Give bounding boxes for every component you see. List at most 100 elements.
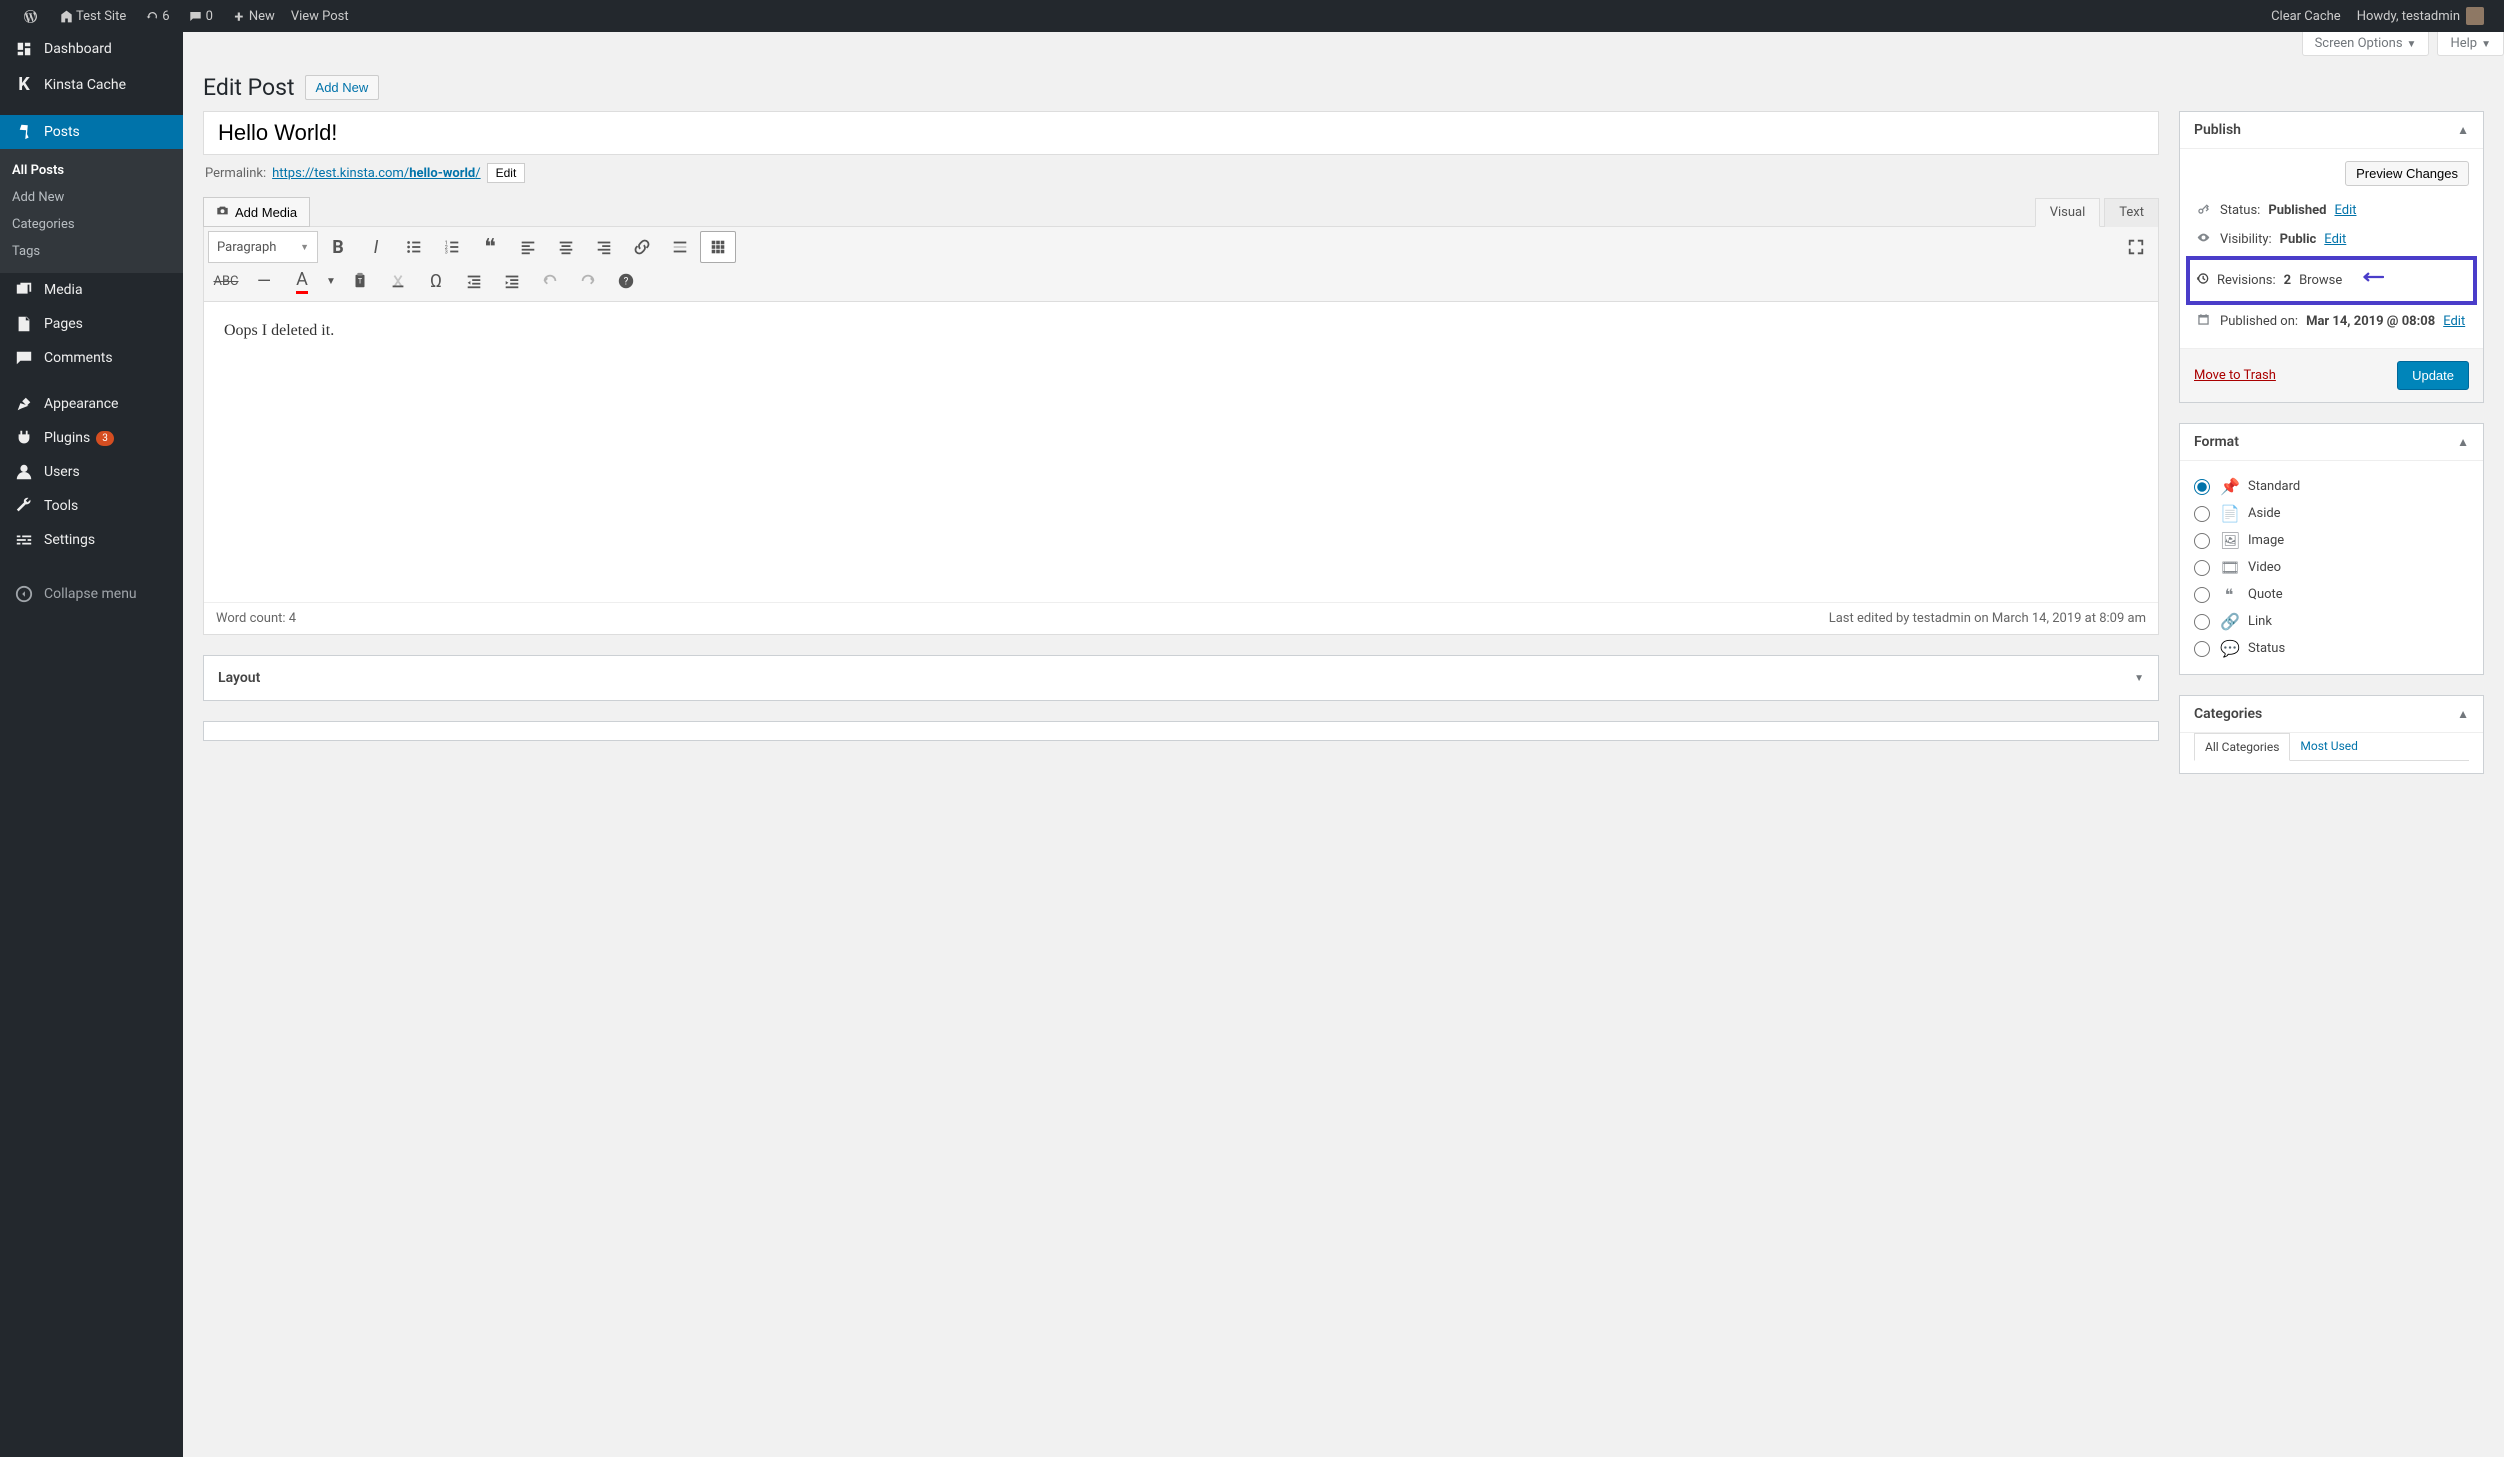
text-tab[interactable]: Text — [2104, 198, 2159, 227]
publish-header[interactable]: Publish▲ — [2180, 112, 2483, 149]
format-link-radio[interactable] — [2194, 614, 2210, 630]
categories-header[interactable]: Categories▲ — [2180, 696, 2483, 733]
menu-appearance[interactable]: Appearance — [0, 387, 183, 421]
revisions-highlight: Revisions: 2 Browse — [2186, 256, 2477, 305]
align-center-button[interactable] — [548, 231, 584, 263]
format-video-radio[interactable] — [2194, 560, 2210, 576]
redo-button[interactable] — [570, 265, 606, 297]
outdent-button[interactable] — [456, 265, 492, 297]
post-title-input[interactable] — [203, 111, 2159, 155]
camera-icon — [216, 204, 229, 220]
kitchen-sink-button[interactable] — [700, 231, 736, 263]
help-tab[interactable]: Help▼ — [2437, 32, 2504, 56]
textcolor-button[interactable]: A — [284, 265, 320, 297]
plugins-badge: 3 — [96, 431, 114, 446]
quote-icon: ❝ — [2220, 585, 2238, 604]
add-new-button[interactable]: Add New — [305, 75, 380, 100]
special-char-button[interactable]: Ω — [418, 265, 454, 297]
visual-tab[interactable]: Visual — [2035, 198, 2101, 227]
readmore-button[interactable] — [662, 231, 698, 263]
submenu-add-new[interactable]: Add New — [0, 184, 183, 211]
format-quote-radio[interactable] — [2194, 587, 2210, 603]
aside-icon: 📄 — [2220, 504, 2238, 523]
format-select[interactable]: Paragraph — [208, 231, 318, 263]
publish-box: Publish▲ Preview Changes Status: Publish… — [2179, 111, 2484, 403]
admin-bar: Test Site 6 0 +New View Post Clear Cache… — [0, 0, 2504, 32]
svg-text:3: 3 — [445, 249, 448, 255]
indent-button[interactable] — [494, 265, 530, 297]
svg-text:?: ? — [624, 277, 629, 288]
image-icon: 🖼 — [2220, 531, 2238, 550]
italic-button[interactable]: I — [358, 231, 394, 263]
video-icon: 🎞 — [2220, 558, 2238, 577]
submenu-categories[interactable]: Categories — [0, 211, 183, 238]
menu-pages[interactable]: Pages — [0, 307, 183, 341]
pin-icon — [12, 123, 36, 141]
wordpress-logo-icon[interactable] — [12, 0, 48, 32]
add-media-button[interactable]: Add Media — [203, 197, 310, 227]
format-status-radio[interactable] — [2194, 641, 2210, 657]
format-standard-radio[interactable] — [2194, 479, 2210, 495]
permalink-row: Permalink: https://test.kinsta.com/hello… — [203, 155, 2159, 191]
menu-users[interactable]: Users — [0, 455, 183, 489]
trash-link[interactable]: Move to Trash — [2194, 368, 2276, 383]
permalink-link[interactable]: https://test.kinsta.com/hello-world/ — [272, 166, 480, 181]
bullet-list-button[interactable] — [396, 231, 432, 263]
menu-media[interactable]: Media — [0, 273, 183, 307]
content-editor[interactable]: Oops I deleted it. — [204, 302, 2158, 602]
menu-plugins[interactable]: Plugins3 — [0, 421, 183, 455]
all-categories-tab[interactable]: All Categories — [2194, 733, 2290, 761]
menu-posts[interactable]: Posts — [0, 115, 183, 149]
submenu-all-posts[interactable]: All Posts — [0, 157, 183, 184]
updates-link[interactable]: 6 — [134, 0, 177, 32]
browse-revisions-link[interactable]: Browse — [2299, 273, 2342, 288]
dashboard-icon — [12, 40, 36, 58]
undo-button[interactable] — [532, 265, 568, 297]
number-list-button[interactable]: 123 — [434, 231, 470, 263]
clear-cache-link[interactable]: Clear Cache — [2263, 0, 2349, 32]
format-image-radio[interactable] — [2194, 533, 2210, 549]
format-aside-radio[interactable] — [2194, 506, 2210, 522]
last-edited: Last edited by testadmin on March 14, 20… — [1829, 611, 2146, 626]
new-link[interactable]: +New — [221, 0, 283, 32]
clear-format-button[interactable] — [380, 265, 416, 297]
chevron-up-icon: ▲ — [2457, 123, 2469, 137]
howdy-link[interactable]: Howdy, testadmin — [2349, 0, 2492, 32]
hr-button[interactable]: — — [246, 265, 282, 297]
date-edit-link[interactable]: Edit — [2443, 314, 2465, 329]
most-used-tab[interactable]: Most Used — [2290, 733, 2368, 761]
link-button[interactable] — [624, 231, 660, 263]
site-link[interactable]: Test Site — [48, 0, 134, 32]
textcolor-dropdown[interactable]: ▼ — [322, 265, 340, 297]
update-button[interactable]: Update — [2397, 361, 2469, 390]
comments-link[interactable]: 0 — [178, 0, 221, 32]
preview-button[interactable]: Preview Changes — [2345, 161, 2469, 186]
status-edit-link[interactable]: Edit — [2334, 203, 2356, 218]
layout-postbox[interactable]: Layout ▼ — [203, 655, 2159, 701]
paste-text-button[interactable]: T — [342, 265, 378, 297]
help-button[interactable]: ? — [608, 265, 644, 297]
fullscreen-button[interactable] — [2118, 231, 2154, 263]
collapse-menu[interactable]: Collapse menu — [0, 577, 183, 611]
visibility-edit-link[interactable]: Edit — [2324, 232, 2346, 247]
comments-icon — [12, 349, 36, 367]
permalink-edit-button[interactable]: Edit — [487, 163, 526, 183]
menu-tools[interactable]: Tools — [0, 489, 183, 523]
strikethrough-button[interactable]: ABC — [208, 265, 244, 297]
view-post-link[interactable]: View Post — [283, 0, 357, 32]
align-right-button[interactable] — [586, 231, 622, 263]
posts-submenu: All Posts Add New Categories Tags — [0, 149, 183, 273]
status-icon: 💬 — [2220, 639, 2238, 658]
menu-kinsta[interactable]: KKinsta Cache — [0, 66, 183, 103]
screen-options-tab[interactable]: Screen Options▼ — [2302, 32, 2430, 56]
bold-button[interactable]: B — [320, 231, 356, 263]
submenu-tags[interactable]: Tags — [0, 238, 183, 265]
menu-comments[interactable]: Comments — [0, 341, 183, 375]
chevron-down-icon: ▼ — [2134, 673, 2144, 684]
quote-button[interactable]: ❝ — [472, 231, 508, 263]
annotation-arrow-icon — [2358, 264, 2384, 297]
menu-settings[interactable]: Settings — [0, 523, 183, 557]
menu-dashboard[interactable]: Dashboard — [0, 32, 183, 66]
align-left-button[interactable] — [510, 231, 546, 263]
format-header[interactable]: Format▲ — [2180, 424, 2483, 461]
